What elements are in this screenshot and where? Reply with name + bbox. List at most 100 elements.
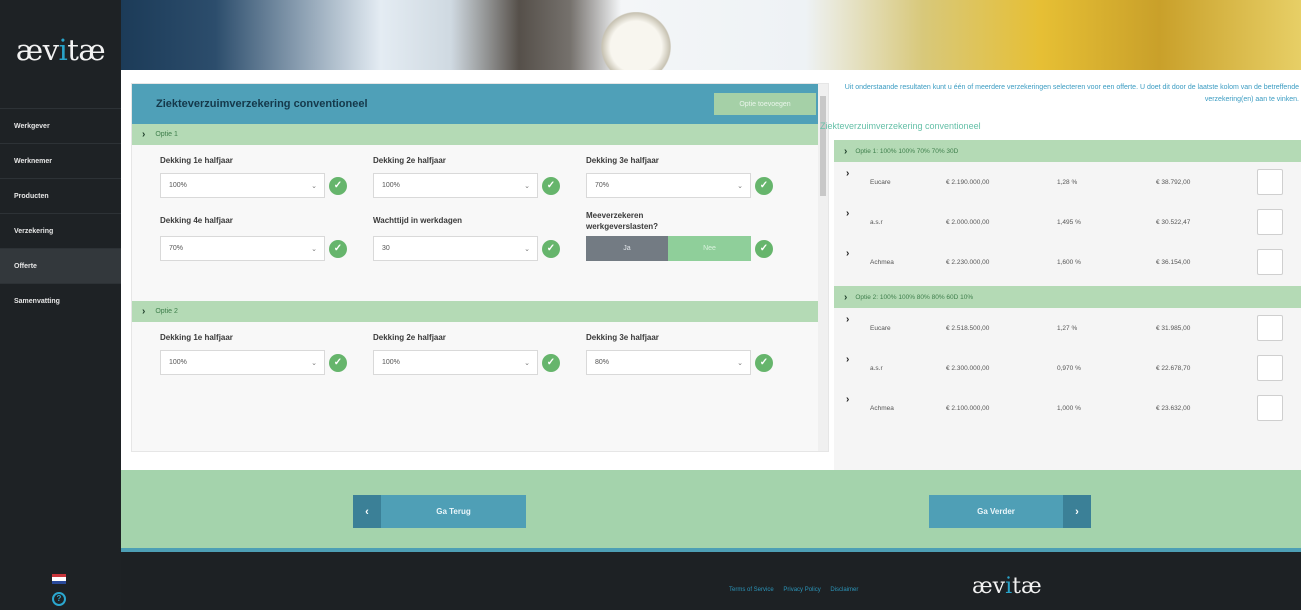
result-row: › a.s.r € 2.000.000,00 1,495 % € 30.522,… — [834, 202, 1301, 242]
toggle-no-button[interactable]: Nee — [668, 236, 751, 261]
chevron-right-icon[interactable]: › — [846, 394, 849, 405]
sidebar-item-verzekering[interactable]: Verzekering — [0, 213, 121, 248]
sidebar-item-producten[interactable]: Producten — [0, 178, 121, 213]
coverage-4th-half-select[interactable]: 70% ⌄ — [160, 236, 325, 261]
card-scrollbar[interactable] — [818, 84, 828, 451]
sidebar-item-samenvatting[interactable]: Samenvatting — [0, 283, 121, 318]
chevron-down-icon: ⌄ — [524, 245, 530, 253]
scrollbar-thumb[interactable] — [820, 96, 826, 196]
footer-links: Terms of Service Privacy Policy Disclaim… — [729, 587, 866, 593]
select-checkbox[interactable] — [1257, 209, 1283, 235]
premium-percentage: 1,27 % — [1057, 324, 1078, 332]
insurer-name: Achmea — [870, 404, 894, 412]
select-checkbox[interactable] — [1257, 315, 1283, 341]
logo[interactable]: æv i tæ — [0, 0, 121, 100]
select-value: 80% — [595, 359, 610, 366]
chevron-left-icon: ‹ — [353, 495, 381, 528]
footer-logo[interactable]: ævitæ — [972, 574, 1042, 599]
select-value: 100% — [382, 359, 400, 366]
help-icon[interactable]: ? — [52, 592, 66, 606]
option-2-fields: Dekking 1e halfjaar 100% ⌄ ✓ Dekking 2e h… — [132, 322, 828, 375]
field-label: Dekking 1e halfjaar — [160, 156, 233, 165]
waiting-days-select[interactable]: 30 ⌄ — [373, 236, 538, 261]
coverage-2nd-half-select[interactable]: 100% ⌄ — [373, 173, 538, 198]
premium-percentage: 1,000 % — [1057, 404, 1081, 412]
result-group-label: Optie 2: 100% 100% 80% 80% 60D 10% — [855, 293, 974, 301]
select-checkbox[interactable] — [1257, 355, 1283, 381]
chevron-right-icon: › — [142, 129, 146, 140]
check-icon: ✓ — [329, 176, 347, 195]
chevron-right-icon: › — [1063, 495, 1091, 528]
chevron-right-icon[interactable]: › — [846, 168, 849, 179]
option-1-header[interactable]: › Optie 1 — [132, 124, 828, 145]
result-group-header[interactable]: › Optie 1: 100% 100% 70% 70% 30D — [834, 140, 1301, 162]
select-value: 70% — [595, 182, 610, 189]
premium-amount: € 23.632,00 — [1156, 404, 1191, 412]
toggle-yes-button[interactable]: Ja — [586, 236, 668, 261]
coverage-1st-half-field: Dekking 1e halfjaar 100% ⌄ ✓ — [160, 155, 373, 198]
premium-amount: € 30.522,47 — [1156, 218, 1191, 226]
select-checkbox[interactable] — [1257, 169, 1283, 195]
add-option-button[interactable]: Optie toevoegen — [714, 93, 816, 115]
chevron-right-icon[interactable]: › — [846, 354, 849, 365]
back-button[interactable]: ‹ Ga Terug — [353, 495, 526, 528]
coverage-3rd-half-field: Dekking 3e halfjaar 70% ⌄ ✓ — [586, 155, 799, 198]
results-panel: › Optie 1: 100% 100% 70% 70% 30D › Eucar… — [834, 140, 1301, 470]
logo-text-end: tæ — [1012, 574, 1042, 599]
logo-text-end: tæ — [67, 33, 106, 67]
insured-amount: € 2.518.500,00 — [946, 324, 990, 332]
waiting-days-field: Wachttijd in werkdagen 30 ⌄ ✓ — [373, 210, 586, 261]
sidebar-item-offerte[interactable]: Offerte — [0, 248, 121, 283]
result-row: › Achmea € 2.230.000,00 1,600 % € 36.154… — [834, 242, 1301, 282]
insurance-options-card: Ziekteverzuimverzekering conventioneel O… — [131, 83, 829, 452]
next-button[interactable]: Ga Verder › — [929, 495, 1091, 528]
field-label: Meeverzekeren werkgeverslasten? — [586, 211, 659, 231]
select-value: 70% — [169, 245, 184, 252]
field-label: Dekking 2e halfjaar — [373, 333, 446, 342]
footer: Terms of Service Privacy Policy Disclaim… — [121, 556, 1301, 610]
field-label: Dekking 1e halfjaar — [160, 333, 233, 342]
chevron-right-icon: › — [844, 291, 848, 303]
premium-percentage: 1,495 % — [1057, 218, 1081, 226]
option-2-label: Optie 2 — [155, 308, 178, 315]
coverage-1st-half-select[interactable]: 100% ⌄ — [160, 173, 325, 198]
coverage-3rd-half-select[interactable]: 70% ⌄ — [586, 173, 751, 198]
select-checkbox[interactable] — [1257, 395, 1283, 421]
card-header: Ziekteverzuimverzekering conventioneel O… — [132, 84, 828, 124]
field-label: Dekking 2e halfjaar — [373, 156, 446, 165]
dutch-flag-icon[interactable] — [52, 574, 66, 584]
check-icon: ✓ — [755, 353, 773, 372]
coverage-1st-half-select[interactable]: 100% ⌄ — [160, 350, 325, 375]
select-checkbox[interactable] — [1257, 249, 1283, 275]
chevron-right-icon[interactable]: › — [846, 208, 849, 219]
sidebar: æv i tæ Werkgever Werknemer Producten Verz… — [0, 0, 121, 610]
footer-link-terms[interactable]: Terms of Service — [729, 587, 774, 593]
check-icon: ✓ — [542, 176, 560, 195]
insurer-name: a.s.r — [870, 364, 883, 372]
banner-helmet-shape — [591, 12, 681, 70]
check-icon: ✓ — [329, 353, 347, 372]
sidebar-item-werkgever[interactable]: Werkgever — [0, 108, 121, 143]
insured-amount: € 2.230.000,00 — [946, 258, 990, 266]
check-icon: ✓ — [755, 239, 773, 258]
footer-link-privacy[interactable]: Privacy Policy — [783, 587, 820, 593]
logo-text: æv — [15, 33, 59, 67]
result-row: › a.s.r € 2.300.000,00 0,970 % € 22.678,… — [834, 348, 1301, 388]
chevron-right-icon[interactable]: › — [846, 314, 849, 325]
employer-costs-field: Meeverzekeren werkgeverslasten? Ja Nee ✓ — [586, 210, 799, 261]
back-button-label: Ga Terug — [436, 507, 471, 516]
logo-text: æv — [972, 574, 1006, 599]
result-group-header[interactable]: › Optie 2: 100% 100% 80% 80% 60D 10% — [834, 286, 1301, 308]
insurer-name: Eucare — [870, 324, 891, 332]
footer-link-disclaimer[interactable]: Disclaimer — [830, 587, 858, 593]
coverage-2nd-half-select[interactable]: 100% ⌄ — [373, 350, 538, 375]
coverage-3rd-half-select[interactable]: 80% ⌄ — [586, 350, 751, 375]
results-section-label: Ziekteverzuimverzekering conventioneel — [820, 121, 981, 131]
result-group-label: Optie 1: 100% 100% 70% 70% 30D — [855, 147, 959, 155]
insured-amount: € 2.100.000,00 — [946, 404, 990, 412]
main-content: Ziekteverzuimverzekering conventioneel O… — [121, 70, 1301, 470]
chevron-right-icon[interactable]: › — [846, 248, 849, 259]
coverage-3rd-half-field: Dekking 3e halfjaar 80% ⌄ ✓ — [586, 332, 799, 375]
option-2-header[interactable]: › Optie 2 — [132, 301, 828, 322]
sidebar-item-werknemer[interactable]: Werknemer — [0, 143, 121, 178]
